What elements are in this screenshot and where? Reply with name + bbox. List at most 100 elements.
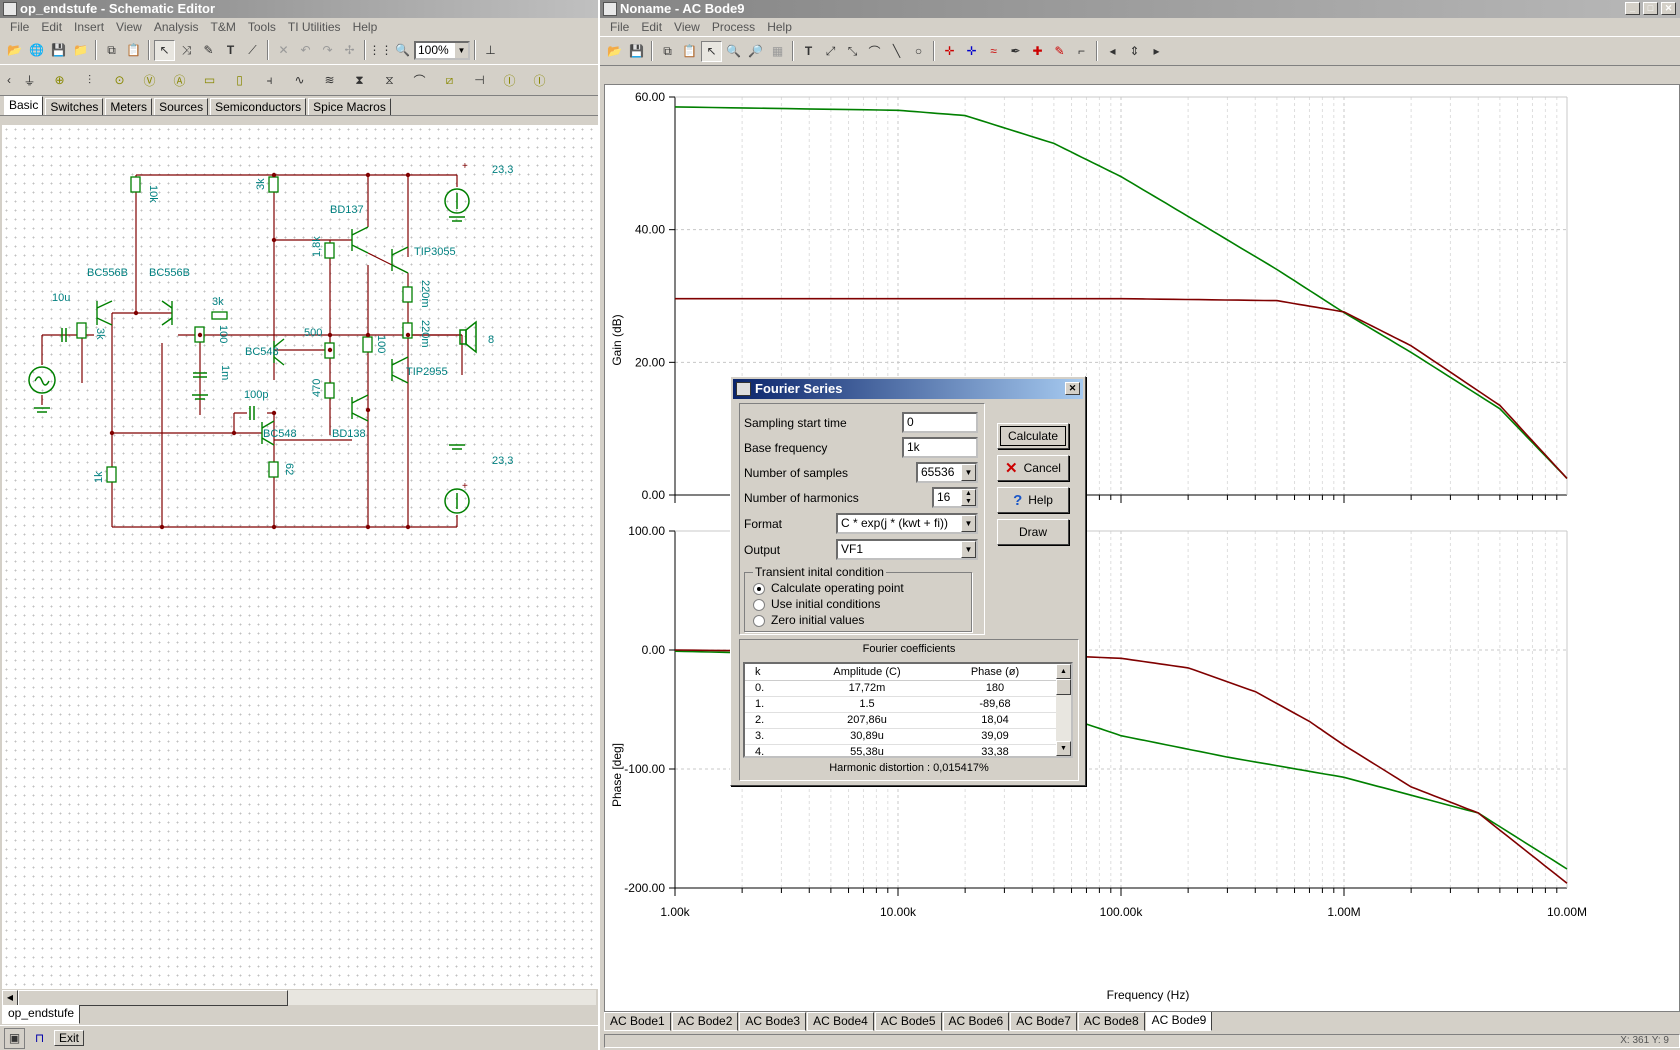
resistor-v-icon[interactable]: ▯	[225, 66, 254, 94]
capacitor-icon[interactable]: ⫞	[255, 66, 284, 94]
text-tool-icon[interactable]: T	[220, 40, 241, 61]
scroll-thumb[interactable]	[1056, 679, 1071, 695]
radio-calculate-op[interactable]	[753, 583, 765, 595]
table-row[interactable]: 2. 207,86u 18,04	[745, 712, 1059, 729]
palette-scroll-left-icon[interactable]: ‹	[4, 70, 14, 91]
line-tool-icon[interactable]: ╲	[886, 41, 907, 62]
ground-icon[interactable]: ⏚	[15, 66, 44, 94]
menu-view[interactable]: View	[110, 20, 148, 34]
grid-icon[interactable]: ▦	[767, 41, 788, 62]
curve-icon[interactable]: ⌒	[864, 41, 885, 62]
zoom-select[interactable]: 100% ▼	[414, 40, 470, 60]
cursor-a-icon[interactable]: ✛	[939, 41, 960, 62]
maximize-button[interactable]: □	[1643, 2, 1658, 15]
tab-sources[interactable]: Sources	[154, 98, 209, 115]
sampling-start-input[interactable]: 0	[902, 412, 978, 433]
menu-view[interactable]: View	[668, 20, 706, 34]
marker-icon[interactable]: ⤢	[820, 41, 841, 62]
undo-icon[interactable]: ↶	[295, 40, 316, 61]
spin-updown-icon[interactable]: ▲ ▼	[961, 489, 976, 506]
tab-op-endstufe[interactable]: op_endstufe	[2, 1005, 81, 1024]
equation-icon[interactable]: ⟋	[242, 40, 263, 61]
select-arrow-icon[interactable]: ↖	[154, 39, 175, 61]
chevron-down-icon[interactable]: ▼	[455, 42, 468, 58]
samples-select[interactable]: 65536 ▼	[916, 462, 978, 483]
cursor-b-icon[interactable]: ✛	[961, 41, 982, 62]
menu-tm[interactable]: T&M	[205, 20, 242, 34]
waveform-icon[interactable]: ≈	[983, 41, 1004, 62]
voltage-source-icon[interactable]: ⊕	[45, 66, 74, 94]
menu-help[interactable]: Help	[761, 20, 798, 34]
table-row[interactable]: 4. 55,38u 33,38	[745, 744, 1059, 756]
pen-icon[interactable]: ✎	[198, 40, 219, 61]
tab-spice-macros[interactable]: Spice Macros	[308, 98, 391, 115]
tab-ac-bode5[interactable]: AC Bode5	[874, 1012, 942, 1031]
radio-use-initial[interactable]	[753, 599, 765, 611]
minimize-button[interactable]: _	[1625, 2, 1640, 15]
zoom-out-icon[interactable]: 🔎	[745, 41, 766, 62]
component-icon[interactable]: ⊥	[480, 40, 501, 61]
menu-edit[interactable]: Edit	[35, 20, 68, 34]
tab-meters[interactable]: Meters	[105, 98, 153, 115]
output-select[interactable]: VF1 ▼	[836, 539, 978, 560]
tab-ac-bode3[interactable]: AC Bode3	[739, 1012, 807, 1031]
menu-analysis[interactable]: Analysis	[148, 20, 205, 34]
add-marker-icon[interactable]: ✚	[1027, 41, 1048, 62]
potentiometer-icon[interactable]: ⧄	[435, 66, 464, 94]
current-source-icon[interactable]: ⊙	[105, 66, 134, 94]
menu-insert[interactable]: Insert	[68, 20, 110, 34]
chevron-down-icon[interactable]: ▼	[961, 515, 976, 532]
menu-file[interactable]: File	[4, 20, 35, 34]
resistor-icon[interactable]: ▭	[195, 66, 224, 94]
base-frequency-input[interactable]: 1k	[902, 437, 978, 458]
scroll-left-icon[interactable]: ◀	[2, 990, 18, 1006]
ic2-icon[interactable]: Ⓘ	[525, 66, 554, 94]
tab-semiconductors[interactable]: Semiconductors	[210, 98, 307, 115]
table-scrollbar[interactable]: ▲ ▼	[1056, 664, 1071, 756]
copy-icon[interactable]: ⧉	[101, 40, 122, 61]
tab-switches[interactable]: Switches	[45, 98, 104, 115]
diagram-icon[interactable]: ⊓	[29, 1028, 50, 1049]
table-row[interactable]: 3. 30,89u 39,09	[745, 728, 1059, 745]
draw-button[interactable]: Draw	[997, 519, 1069, 545]
edit-marker-icon[interactable]: ✎	[1049, 41, 1070, 62]
paste-icon[interactable]: 📋	[679, 41, 700, 62]
probe-icon[interactable]: ✒	[1005, 41, 1026, 62]
battery-icon[interactable]: ⫶	[75, 66, 104, 94]
inductor-core-icon[interactable]: ≋	[315, 66, 344, 94]
open-icon[interactable]: 📂	[604, 41, 625, 62]
harmonics-stepper[interactable]: 16 ▲ ▼	[932, 487, 978, 508]
zoom-in-icon[interactable]: 🔍	[723, 41, 744, 62]
close-button[interactable]: ✕	[1661, 2, 1676, 15]
tab-basic[interactable]: Basic	[4, 96, 44, 115]
schematic-canvas[interactable]: 10k 3k BD137 TIP3055 1,8k BC556B BC556B …	[2, 125, 598, 989]
tab-ac-bode8[interactable]: AC Bode8	[1077, 1012, 1145, 1031]
exit-button[interactable]: Exit	[54, 1030, 85, 1046]
delete-icon[interactable]: ✕	[273, 40, 294, 61]
menu-tools[interactable]: Tools	[242, 20, 282, 34]
transformer2-icon[interactable]: ⧖	[375, 66, 404, 94]
menu-ti-utilities[interactable]: TI Utilities	[282, 20, 347, 34]
ic-icon[interactable]: Ⓘ	[495, 66, 524, 94]
redo-icon[interactable]: ↷	[317, 40, 338, 61]
save-icon[interactable]: 💾	[48, 40, 69, 61]
open-folder-icon[interactable]: 📁	[70, 40, 91, 61]
save-icon[interactable]: 💾	[626, 41, 647, 62]
circle-tool-icon[interactable]: ○	[908, 41, 929, 62]
calculate-button[interactable]: Calculate	[997, 423, 1069, 449]
menu-process[interactable]: Process	[706, 20, 761, 34]
format-select[interactable]: C * exp(j * (kwt + fi)) ▼	[836, 513, 978, 534]
marker2-icon[interactable]: ⤡	[842, 41, 863, 62]
ammeter-icon[interactable]: Ⓐ	[165, 66, 194, 94]
menu-help[interactable]: Help	[347, 20, 384, 34]
transformer-icon[interactable]: ⧗	[345, 66, 374, 94]
wire-tool-icon[interactable]: ⤨	[176, 40, 197, 61]
flag-icon[interactable]: ⌐	[1071, 41, 1092, 62]
tab-ac-bode4[interactable]: AC Bode4	[807, 1012, 874, 1031]
tab-ac-bode6[interactable]: AC Bode6	[942, 1012, 1010, 1031]
tab-ac-bode2[interactable]: AC Bode2	[671, 1012, 739, 1031]
voltmeter-icon[interactable]: Ⓥ	[135, 66, 164, 94]
arrow-left-icon[interactable]: ◂	[1102, 41, 1123, 62]
copy-icon[interactable]: ⧉	[657, 41, 678, 62]
coefficients-table[interactable]: k Amplitude (C) Phase (ø) 0. 17,72m 180 1.…	[743, 662, 1073, 758]
